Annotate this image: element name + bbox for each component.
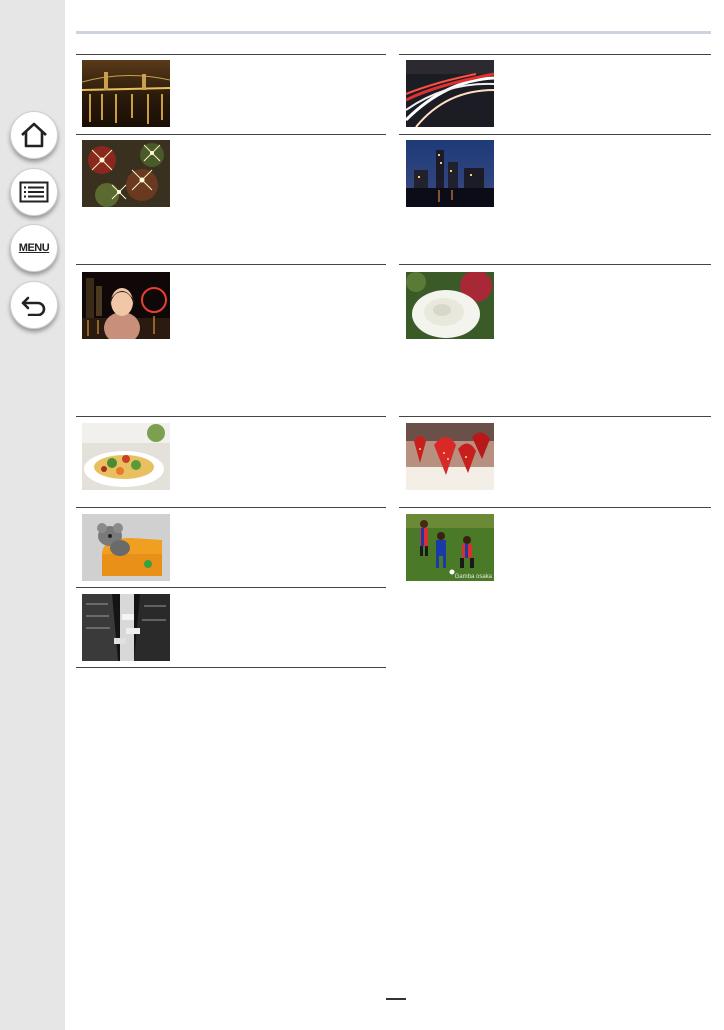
back-arrow-icon: [21, 296, 46, 316]
white-flower-photo: [406, 272, 494, 339]
night-portrait-photo: [82, 272, 170, 339]
home-button[interactable]: [10, 111, 58, 159]
koala-toy-photo: [82, 514, 170, 581]
home-icon: [21, 122, 47, 148]
header-rule: [76, 31, 711, 34]
light-trails-photo: [406, 60, 494, 127]
menu-button[interactable]: MENU: [10, 224, 58, 272]
menu-label: MENU: [18, 242, 50, 254]
page-number-rule: [386, 998, 406, 1000]
city-night-photo: [406, 140, 494, 207]
monochrome-street-photo: [82, 594, 170, 661]
food-plate-photo: [82, 423, 170, 490]
table-bottom-rule: [76, 667, 386, 668]
contents-button[interactable]: [10, 168, 58, 216]
back-button[interactable]: [10, 281, 58, 329]
sparkle-lights-photo: [82, 140, 170, 207]
list-icon: [19, 181, 49, 203]
soccer-players-photo: Gamba osaka: [406, 514, 494, 581]
sidebar: MENU: [0, 0, 65, 1030]
photo-watermark: Gamba osaka: [455, 574, 493, 580]
night-bridge-photo: [82, 60, 170, 127]
strawberry-cake-photo: [406, 423, 494, 490]
